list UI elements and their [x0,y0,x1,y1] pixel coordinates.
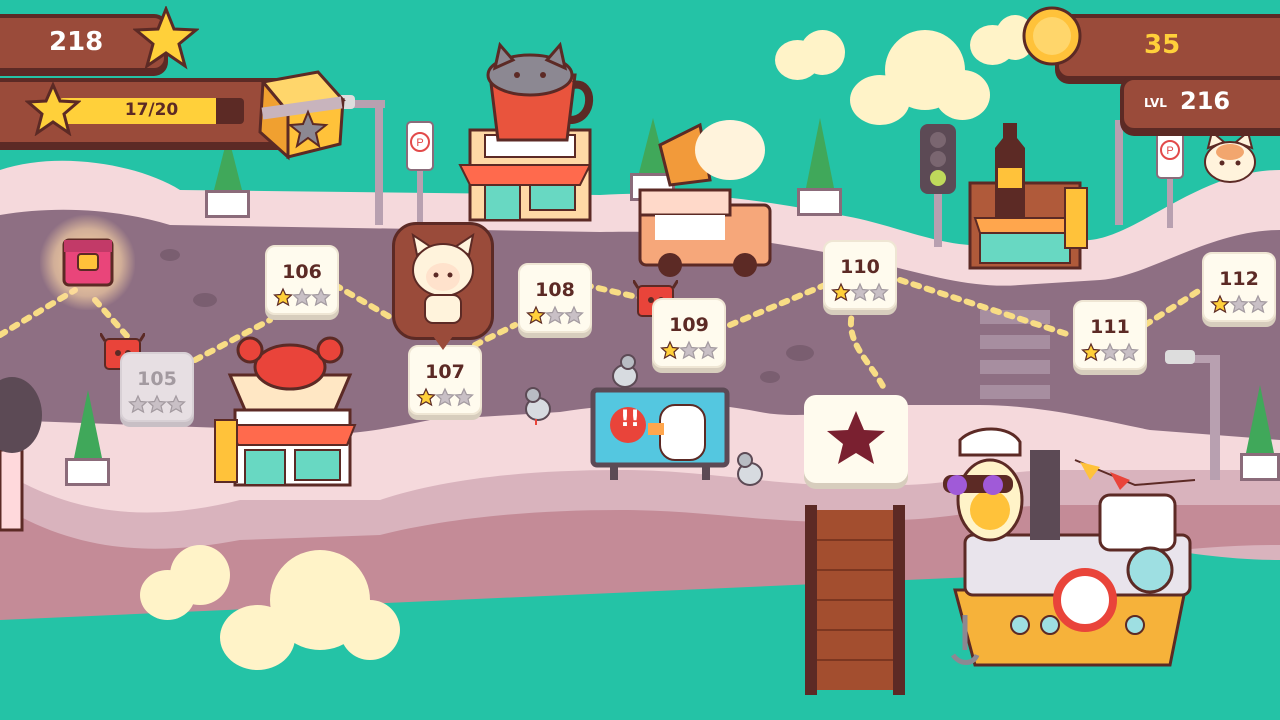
star-icon [416,387,436,407]
billboard-alert-text: !! [619,407,641,432]
pigeon-icon [612,354,638,388]
level-tile-111[interactable]: 111 [1073,300,1147,370]
star-icon [311,287,331,307]
cloud [850,30,990,130]
cat-hood-kid-icon [411,232,475,324]
level-value: 216 [1180,87,1231,115]
parking-sign-icon: P [1156,129,1184,228]
player-level-panel: LVL 216 [1120,76,1280,132]
level-number: 108 [535,279,575,301]
star-icon [133,6,199,70]
level-stars [660,340,718,360]
level-tile-109[interactable]: 109 [652,298,726,368]
coin-icon [1022,6,1082,66]
level-number: 107 [425,361,465,383]
cloud [220,550,400,670]
star-icon [454,387,474,407]
star-icon [1100,342,1120,362]
star-icon [1248,294,1268,314]
billboard [590,387,730,480]
level-stars [416,387,474,407]
star-icon [435,387,455,407]
level-tile-106[interactable]: 106 [265,245,339,315]
level-tile-110[interactable]: 110 [823,240,897,310]
pigeon-icon [525,387,551,425]
level-label: LVL [1144,96,1167,110]
level-tile-105[interactable]: 105 [120,352,194,422]
star-icon [1210,294,1230,314]
cat-character-icon [1204,130,1256,183]
level-number: 109 [669,314,709,336]
star-icon [545,305,565,325]
star-icon [827,411,885,464]
level-tile-112[interactable]: 112 [1202,252,1276,322]
street-lamp [1115,120,1123,225]
cloud [140,545,230,620]
star-icon [1119,342,1139,362]
tree [797,118,842,218]
svg-text:P: P [1166,145,1173,157]
level-stars [128,394,186,414]
level-number: 110 [840,256,880,278]
level-stars [1210,294,1268,314]
star-icon [564,305,584,325]
star-icon [292,287,312,307]
star-total-value: 218 [49,27,104,57]
tree [1240,385,1280,485]
player-avatar-marker [392,222,494,340]
level-tile-108[interactable]: 108 [518,263,592,333]
treasure-chest-icon[interactable] [58,228,118,290]
level-number: 112 [1219,268,1259,290]
coin-panel[interactable]: 35 [1055,14,1280,80]
coin-value: 35 [1144,30,1181,60]
star-icon [660,340,680,360]
level-number: 105 [137,368,177,390]
level-stars [1081,342,1139,362]
level-stars [831,282,889,302]
star-icon [1081,342,1101,362]
star-chest-icon[interactable] [248,62,348,162]
tree [65,390,110,490]
level-stars [526,305,584,325]
traffic-light-icon [920,124,956,247]
star-icon [869,282,889,302]
food-truck [638,120,772,277]
star-icon [166,394,186,414]
star-icon [698,340,718,360]
star-icon [850,282,870,302]
player-marker-pointer [433,336,453,350]
level-tile-107[interactable]: 107 [408,345,482,415]
parking-sign-icon: P [406,121,434,230]
star-icon [128,394,148,414]
pigeon-icon [737,452,763,486]
crab-noodle-shop [214,336,357,487]
boat [943,427,1196,667]
level-number: 111 [1090,316,1130,338]
level-number: 106 [282,261,322,283]
tree [205,135,250,220]
star-icon [679,340,699,360]
star-icon [273,287,293,307]
star-icon [147,394,167,414]
star-icon [831,282,851,302]
soy-sauce-shop [968,123,1088,270]
level-stars [273,287,331,307]
svg-text:P: P [416,137,423,149]
star-icon [526,305,546,325]
star-icon [25,82,81,136]
star-icon [1229,294,1249,314]
progress-text: 17/20 [124,100,179,120]
cat-cup-shop [458,41,594,222]
left-building [0,377,42,532]
cloud [775,25,845,85]
star-bonus-tile[interactable] [804,395,908,483]
